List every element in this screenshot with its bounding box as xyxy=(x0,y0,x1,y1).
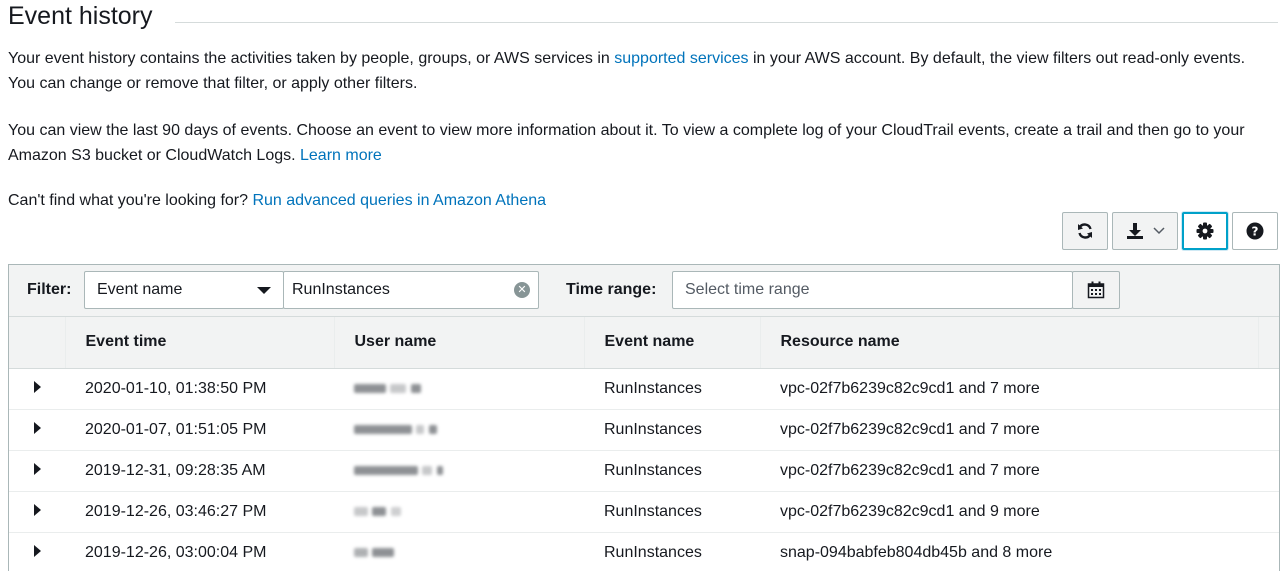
expand-row-toggle[interactable] xyxy=(9,368,65,410)
redacted-user-name xyxy=(354,506,368,516)
redacted-user-name xyxy=(410,383,421,393)
resource-name-cell: vpc-02f7b6239c82c9cd1 and 7 more xyxy=(760,368,1258,410)
calendar-button[interactable] xyxy=(1072,271,1120,309)
caret-right-icon xyxy=(33,421,41,434)
event-name-cell: RunInstances xyxy=(584,532,760,571)
column-header-resource-name[interactable]: Resource name xyxy=(760,317,1259,369)
title-divider xyxy=(175,22,1278,23)
redacted-user-name xyxy=(390,506,401,516)
intro-text: Your event history contains the activiti… xyxy=(8,50,615,67)
expand-row-toggle[interactable] xyxy=(9,450,65,492)
filter-value-input[interactable]: RunInstances ✕ xyxy=(283,271,539,309)
calendar-icon xyxy=(1087,281,1105,299)
caret-right-icon xyxy=(33,462,41,475)
filter-label: Filter: xyxy=(27,281,72,298)
table-header-row: Event time User name Event name Resource… xyxy=(9,317,1279,369)
download-button[interactable] xyxy=(1112,212,1178,250)
preferences-button[interactable] xyxy=(1182,212,1228,250)
table-row[interactable]: 2019-12-26, 03:00:04 PM RunInstances sna… xyxy=(9,532,1279,571)
table-row[interactable]: 2019-12-26, 03:46:27 PM RunInstances vpc… xyxy=(9,491,1279,533)
user-name-cell xyxy=(334,450,584,492)
event-name-cell: RunInstances xyxy=(584,491,760,533)
redacted-user-name xyxy=(372,506,387,516)
user-name-cell xyxy=(334,532,584,571)
column-header-event-time[interactable]: Event time xyxy=(65,317,335,369)
table-row[interactable]: 2020-01-07, 01:51:05 PM RunInstances vpc… xyxy=(9,409,1279,451)
table-row[interactable]: 2019-12-31, 09:28:35 AM RunInstances vpc… xyxy=(9,450,1279,492)
event-history-table: Filter: Event name RunInstances ✕ Time r… xyxy=(8,264,1280,571)
redacted-user-name xyxy=(390,383,407,393)
event-time-cell: 2020-01-07, 01:51:05 PM xyxy=(65,409,334,451)
event-time-cell: 2019-12-26, 03:46:27 PM xyxy=(65,491,334,533)
event-name-cell: RunInstances xyxy=(584,368,760,410)
svg-text:?: ? xyxy=(1252,225,1259,239)
redacted-user-name xyxy=(354,465,418,475)
caret-right-icon xyxy=(33,380,41,393)
athena-queries-link[interactable]: Run advanced queries in Amazon Athena xyxy=(252,192,546,209)
column-header-user-name[interactable]: User name xyxy=(334,317,585,369)
event-name-cell: RunInstances xyxy=(584,409,760,451)
resource-name-cell: vpc-02f7b6239c82c9cd1 and 7 more xyxy=(760,409,1258,451)
intro-text: You can view the last 90 days of events.… xyxy=(8,122,1245,164)
page-title: Event history xyxy=(8,2,153,30)
chevron-down-icon xyxy=(1153,227,1165,235)
redacted-user-name xyxy=(416,424,425,434)
help-icon: ? xyxy=(1246,222,1264,240)
expand-row-toggle[interactable] xyxy=(9,409,65,451)
user-name-cell xyxy=(334,368,584,410)
events-table: Event time User name Event name Resource… xyxy=(9,317,1279,571)
time-range-label: Time range: xyxy=(566,281,657,298)
filter-attribute-value: Event name xyxy=(97,281,183,298)
caret-right-icon xyxy=(33,503,41,516)
spacer-column-header xyxy=(1258,317,1279,369)
clear-icon[interactable]: ✕ xyxy=(514,282,530,298)
filter-value-text: RunInstances xyxy=(292,281,390,298)
refresh-icon xyxy=(1078,223,1092,239)
user-name-cell xyxy=(334,409,584,451)
resource-name-cell: vpc-02f7b6239c82c9cd1 and 7 more xyxy=(760,450,1258,492)
redacted-user-name xyxy=(354,424,412,434)
spacer-cell xyxy=(1258,409,1279,451)
table-row[interactable]: 2020-01-10, 01:38:50 PM RunInstances vpc… xyxy=(9,368,1279,410)
redacted-user-name xyxy=(354,383,386,393)
spacer-cell xyxy=(1258,491,1279,533)
event-name-cell: RunInstances xyxy=(584,450,760,492)
intro-text: Can't find what you're looking for? xyxy=(8,192,253,209)
spacer-cell xyxy=(1258,450,1279,492)
time-range-placeholder: Select time range xyxy=(685,281,810,298)
resource-name-cell: snap-094babfeb804db45b and 8 more xyxy=(760,532,1258,571)
refresh-button[interactable] xyxy=(1062,212,1108,250)
resource-name-cell: vpc-02f7b6239c82c9cd1 and 9 more xyxy=(760,491,1258,533)
redacted-user-name xyxy=(354,547,368,557)
filter-attribute-select[interactable]: Event name xyxy=(84,271,284,309)
spacer-cell xyxy=(1258,532,1279,571)
event-time-cell: 2019-12-31, 09:28:35 AM xyxy=(65,450,334,492)
expand-row-toggle[interactable] xyxy=(9,532,65,571)
caret-down-icon xyxy=(257,287,271,294)
caret-right-icon xyxy=(33,544,41,557)
spacer-cell xyxy=(1258,368,1279,410)
redacted-user-name xyxy=(428,424,437,434)
gear-icon xyxy=(1196,222,1214,240)
time-range-input[interactable]: Select time range xyxy=(672,271,1073,309)
help-button[interactable]: ? xyxy=(1232,212,1278,250)
intro-paragraph-1: Your event history contains the activiti… xyxy=(8,46,1272,96)
supported-services-link[interactable]: supported services xyxy=(614,50,748,67)
user-name-cell xyxy=(334,491,584,533)
intro-paragraph-2: You can view the last 90 days of events.… xyxy=(8,118,1272,168)
learn-more-link[interactable]: Learn more xyxy=(300,147,382,164)
filter-bar: Filter: Event name RunInstances ✕ Time r… xyxy=(9,265,1279,317)
expand-column-header xyxy=(9,317,66,369)
redacted-user-name xyxy=(436,465,443,475)
column-header-event-name[interactable]: Event name xyxy=(584,317,761,369)
intro-paragraph-3: Can't find what you're looking for? Run … xyxy=(8,188,1272,213)
event-time-cell: 2020-01-10, 01:38:50 PM xyxy=(65,368,334,410)
expand-row-toggle[interactable] xyxy=(9,491,65,533)
redacted-user-name xyxy=(372,547,395,557)
event-time-cell: 2019-12-26, 03:00:04 PM xyxy=(65,532,334,571)
download-icon xyxy=(1127,223,1143,239)
redacted-user-name xyxy=(422,465,433,475)
table-toolbar: ? xyxy=(1062,212,1278,250)
